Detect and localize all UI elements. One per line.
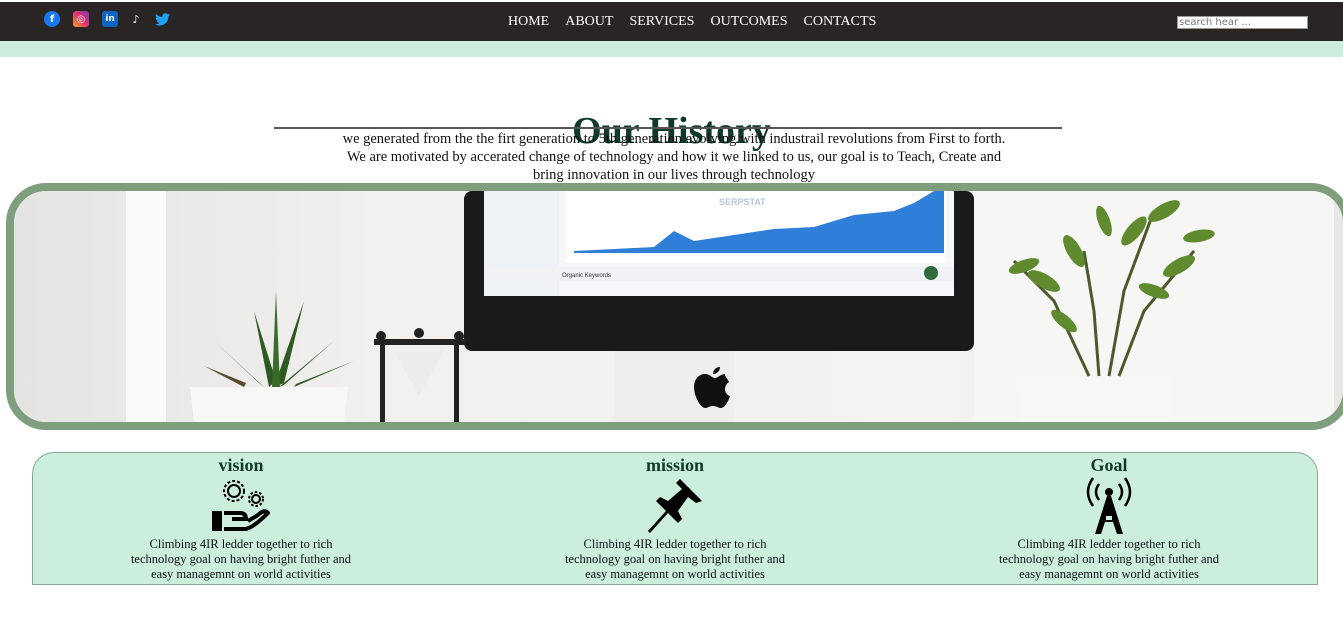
pushpin-icon: [560, 475, 790, 537]
card-goal: Goal Climbing 4IR ledder together to ric…: [994, 455, 1224, 582]
tiktok-icon[interactable]: ♪: [131, 11, 141, 27]
nav-about[interactable]: ABOUT: [565, 14, 613, 30]
twitter-icon[interactable]: [154, 11, 170, 27]
linkedin-icon[interactable]: in: [102, 11, 118, 27]
values-panel: vision Climbing 4IR ledder together to r…: [32, 452, 1318, 585]
search-input[interactable]: search hear ...: [1177, 16, 1308, 29]
nav-outcomes[interactable]: OUTCOMES: [710, 14, 787, 30]
screen-label: Organic Keywords: [562, 273, 611, 279]
card-vision: vision Climbing 4IR ledder together to r…: [126, 455, 356, 582]
card-text: Climbing 4IR ledder together to rich tec…: [998, 537, 1220, 581]
nav-contacts[interactable]: CONTACTS: [804, 14, 877, 30]
card-title: vision: [218, 455, 264, 475]
hero-image: Organic Keywords SERPSTAT: [6, 183, 1343, 430]
screen-brand: SERPSTAT: [719, 197, 766, 207]
nav-home[interactable]: HOME: [508, 14, 549, 30]
title-divider: [274, 127, 1062, 129]
social-links: f ◎ in ♪: [44, 11, 183, 27]
top-navbar: f ◎ in ♪ HOME ABOUT SERVICES OUTCOMES CO…: [0, 2, 1343, 41]
intro-text: we generated from the the firt generatio…: [342, 131, 1006, 183]
card-mission: mission Climbing 4IR ledder together to …: [560, 455, 790, 582]
card-title: Goal: [1090, 455, 1128, 475]
radio-tower-icon: [994, 475, 1224, 537]
hand-gear-icon: [126, 475, 356, 537]
card-title: mission: [645, 455, 705, 475]
card-text: Climbing 4IR ledder together to rich tec…: [130, 537, 352, 581]
facebook-icon[interactable]: f: [44, 11, 60, 27]
main-nav: HOME ABOUT SERVICES OUTCOMES CONTACTS: [508, 14, 892, 30]
instagram-icon[interactable]: ◎: [73, 11, 89, 27]
nav-services[interactable]: SERVICES: [629, 14, 694, 30]
accent-strip: [0, 41, 1343, 57]
card-text: Climbing 4IR ledder together to rich tec…: [564, 537, 786, 581]
